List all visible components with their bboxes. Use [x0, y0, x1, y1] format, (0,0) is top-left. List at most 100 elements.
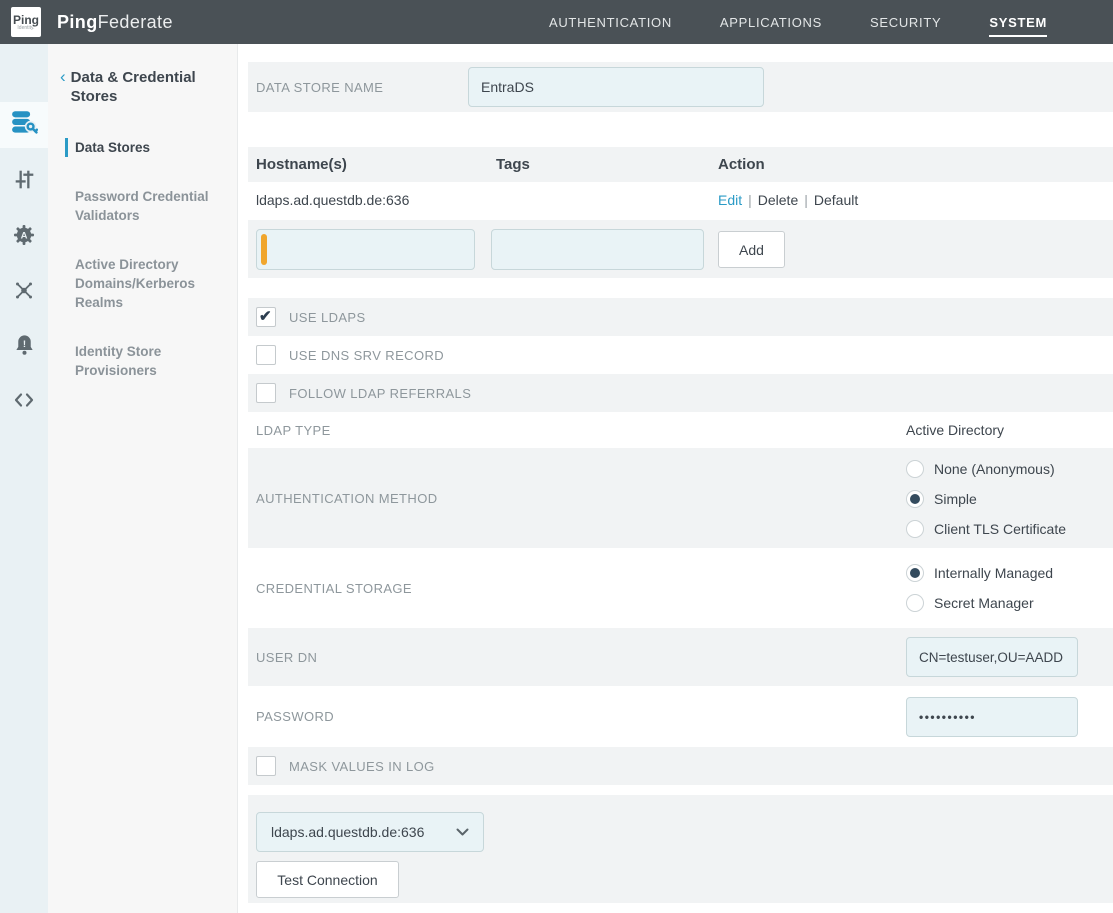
- sidebar-title: Data & Credential Stores: [71, 68, 211, 106]
- required-field-indicator: [261, 234, 267, 265]
- password-label: PASSWORD: [256, 686, 334, 747]
- mask-values-label: MASK VALUES IN LOG: [289, 759, 435, 774]
- pingfederate-app: Ping Identity. PingFederate AUTHENTICATI…: [0, 0, 1113, 913]
- data-store-name-field-wrap: [468, 67, 764, 107]
- new-tags-input[interactable]: [491, 229, 704, 270]
- user-dn-field-wrap: [906, 637, 1078, 677]
- rail-data-stores[interactable]: [0, 102, 48, 148]
- nav-system[interactable]: SYSTEM: [989, 15, 1047, 30]
- system-icon-rail: A: [0, 44, 48, 913]
- follow-ldap-referrals-row: FOLLOW LDAP REFERRALS: [248, 374, 1113, 412]
- default-link[interactable]: Default: [814, 192, 858, 208]
- gear-a-icon: A: [12, 223, 36, 252]
- hostname-select-value: ldaps.ad.questdb.de:636: [271, 824, 424, 840]
- rail-administration[interactable]: A: [0, 214, 48, 260]
- back-chevron-icon[interactable]: ‹: [60, 68, 66, 106]
- follow-ldap-referrals-checkbox[interactable]: [256, 383, 276, 403]
- password-field-wrap: [906, 697, 1078, 737]
- auth-simple-option[interactable]: Simple: [906, 490, 977, 508]
- sidebar-header: ‹ Data & Credential Stores: [48, 44, 237, 106]
- credential-storage-label: CREDENTIAL STORAGE: [256, 548, 412, 628]
- ldap-type-label: LDAP TYPE: [256, 412, 331, 448]
- nav-authentication[interactable]: AUTHENTICATION: [549, 15, 672, 30]
- host-table-row: ldaps.ad.questdb.de:636 Edit | Delete | …: [248, 182, 1113, 217]
- auth-none-radio[interactable]: [906, 460, 924, 478]
- rail-server-config[interactable]: [0, 159, 48, 205]
- use-dns-srv-checkbox[interactable]: [256, 345, 276, 365]
- new-hostname-input[interactable]: [256, 229, 475, 270]
- sidebar-items: Data Stores Password Credential Validato…: [48, 138, 237, 380]
- mask-values-checkbox[interactable]: [256, 756, 276, 776]
- credential-storage-row: CREDENTIAL STORAGE Internally Managed Se…: [248, 548, 1113, 628]
- use-ldaps-checkbox[interactable]: [256, 307, 276, 327]
- brand-bold: Ping: [57, 12, 98, 32]
- use-ldaps-row: USE LDAPS: [248, 298, 1113, 336]
- internally-managed-label: Internally Managed: [934, 565, 1053, 581]
- auth-none-option[interactable]: None (Anonymous): [906, 460, 1055, 478]
- authentication-method-row: AUTHENTICATION METHOD None (Anonymous) S…: [248, 448, 1113, 548]
- mask-values-row: MASK VALUES IN LOG: [248, 747, 1113, 785]
- rail-extensions[interactable]: [0, 379, 48, 425]
- auth-simple-label: Simple: [934, 491, 977, 507]
- internally-managed-radio[interactable]: [906, 564, 924, 582]
- use-dns-srv-label: USE DNS SRV RECORD: [289, 348, 444, 363]
- delete-link[interactable]: Delete: [758, 192, 798, 208]
- user-dn-input[interactable]: [906, 637, 1078, 677]
- action-separator: |: [742, 192, 758, 208]
- action-cell: Edit | Delete | Default: [718, 182, 858, 217]
- use-ldaps-label: USE LDAPS: [289, 310, 366, 325]
- app-title: PingFederate: [57, 0, 173, 44]
- brand-light: Federate: [98, 12, 173, 32]
- chevron-down-icon: [456, 828, 469, 836]
- sidebar-item-password-credential-validators[interactable]: Password Credential Validators: [75, 187, 227, 225]
- hostname-select[interactable]: ldaps.ad.questdb.de:636: [256, 812, 484, 852]
- test-connection-button[interactable]: Test Connection: [256, 861, 399, 898]
- ldap-type-row: LDAP TYPE Active Directory: [248, 412, 1113, 448]
- auth-client-tls-radio[interactable]: [906, 520, 924, 538]
- col-action: Action: [718, 147, 765, 182]
- top-navbar: Ping Identity. PingFederate AUTHENTICATI…: [0, 0, 1113, 44]
- new-tags-field-wrap: [491, 229, 704, 270]
- password-input[interactable]: [906, 697, 1078, 737]
- auth-simple-radio[interactable]: [906, 490, 924, 508]
- secret-manager-option[interactable]: Secret Manager: [906, 594, 1034, 612]
- code-brackets-icon: [12, 388, 36, 417]
- sliders-icon: [13, 168, 36, 196]
- sidebar-item-data-stores[interactable]: Data Stores: [65, 138, 227, 157]
- secret-manager-radio[interactable]: [906, 594, 924, 612]
- nav-applications[interactable]: APPLICATIONS: [720, 15, 822, 30]
- authentication-method-label: AUTHENTICATION METHOD: [256, 448, 438, 548]
- rail-cluster[interactable]: [0, 269, 48, 315]
- svg-text:A: A: [21, 230, 28, 241]
- svg-text:!: !: [22, 339, 25, 350]
- user-dn-label: USER DN: [256, 628, 317, 686]
- follow-ldap-referrals-label: FOLLOW LDAP REFERRALS: [289, 386, 471, 401]
- hosts-table-header: Hostname(s) Tags Action: [248, 147, 1113, 182]
- sidebar-item-identity-store-provisioners[interactable]: Identity Store Provisioners: [75, 342, 227, 380]
- test-connection-section: ldaps.ad.questdb.de:636 Test Connection: [248, 795, 1113, 903]
- auth-none-label: None (Anonymous): [934, 461, 1055, 477]
- edit-link[interactable]: Edit: [718, 192, 742, 208]
- secret-manager-label: Secret Manager: [934, 595, 1034, 611]
- user-dn-row: USER DN: [248, 628, 1113, 686]
- logo-subtext: Identity.: [17, 26, 34, 31]
- data-stores-database-key-icon: [11, 109, 38, 141]
- use-dns-srv-row: USE DNS SRV RECORD: [248, 336, 1113, 374]
- col-hostnames: Hostname(s): [256, 147, 347, 182]
- new-hostname-field-wrap: [256, 229, 475, 270]
- rail-notifications[interactable]: !: [0, 324, 48, 370]
- sidebar-item-ad-domains-kerberos-realms[interactable]: Active Directory Domains/Kerberos Realms: [75, 255, 227, 312]
- logo-text: Ping: [13, 14, 39, 26]
- ping-identity-logo: Ping Identity.: [11, 7, 41, 37]
- action-separator: |: [798, 192, 814, 208]
- data-store-name-input[interactable]: [468, 67, 764, 107]
- nav-security[interactable]: SECURITY: [870, 15, 941, 30]
- add-button[interactable]: Add: [718, 231, 785, 268]
- internally-managed-option[interactable]: Internally Managed: [906, 564, 1053, 582]
- sidebar-data-credential-stores: ‹ Data & Credential Stores Data Stores P…: [48, 44, 238, 913]
- password-row: PASSWORD: [248, 686, 1113, 747]
- auth-client-tls-option[interactable]: Client TLS Certificate: [906, 520, 1066, 538]
- main-nav: AUTHENTICATION APPLICATIONS SECURITY SYS…: [549, 0, 1047, 44]
- auth-client-tls-label: Client TLS Certificate: [934, 521, 1066, 537]
- hostname-cell: ldaps.ad.questdb.de:636: [256, 182, 409, 217]
